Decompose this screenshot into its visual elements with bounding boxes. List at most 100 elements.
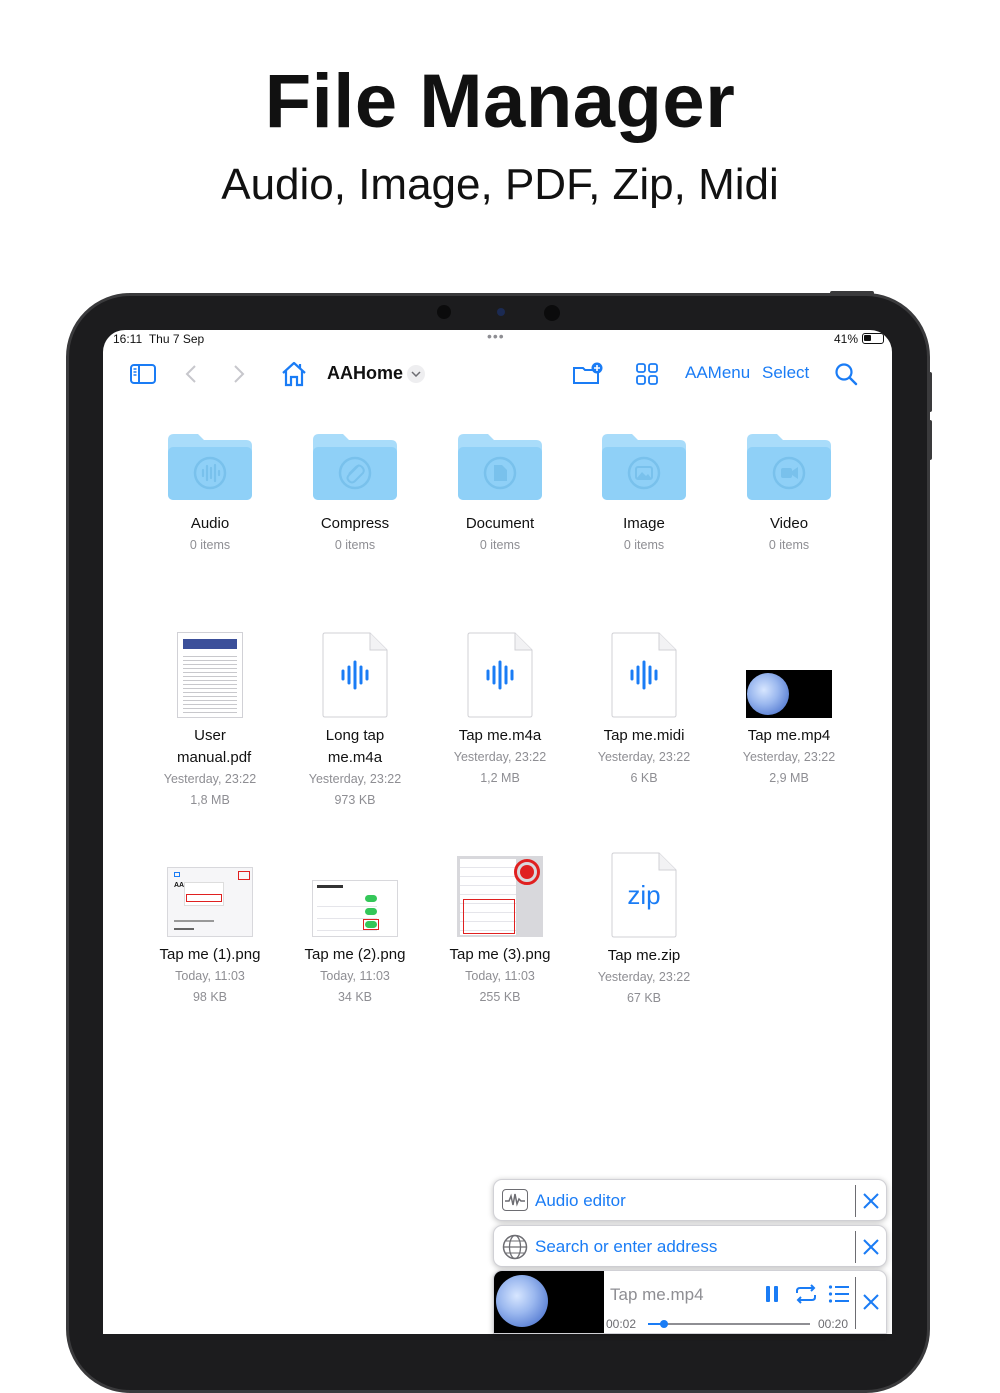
folder-item[interactable]: Audio 0 items xyxy=(137,430,283,556)
file-size: 67 KB xyxy=(626,991,662,1005)
zip-glyph: zip xyxy=(627,880,661,910)
folder-count: 0 items xyxy=(623,538,665,552)
sidebar-icon[interactable] xyxy=(129,362,157,386)
file-item[interactable]: Tap me.m4a Yesterday, 23:22 1,2 MB xyxy=(427,632,573,789)
audio-editor-panel[interactable]: Audio editor xyxy=(493,1179,887,1221)
midi-file-icon xyxy=(611,632,677,718)
folder-plus-icon[interactable] xyxy=(571,360,605,388)
magnifier-icon[interactable] xyxy=(833,361,859,387)
file-date: Yesterday, 23:22 xyxy=(163,772,257,786)
camera-icon xyxy=(437,305,451,319)
media-player[interactable]: Tap me.mp4 00:02 00:20 xyxy=(493,1270,887,1334)
chevron-left-icon[interactable] xyxy=(181,362,201,386)
grid-view-icon[interactable] xyxy=(635,362,659,386)
file-date: Yesterday, 23:22 xyxy=(308,772,402,786)
date: Thu 7 Sep xyxy=(148,332,205,346)
file-name: Long tap me.m4a xyxy=(325,727,385,766)
folder-item[interactable]: Compress 0 items xyxy=(282,430,428,556)
house-icon[interactable] xyxy=(279,360,309,388)
close-icon[interactable] xyxy=(862,1293,880,1311)
battery-icon xyxy=(862,333,884,344)
close-icon[interactable] xyxy=(862,1192,880,1210)
folder-count: 0 items xyxy=(768,538,810,552)
repeat-icon[interactable] xyxy=(793,1283,819,1305)
moon-image xyxy=(496,1275,548,1327)
file-date: Yesterday, 23:22 xyxy=(597,750,691,764)
folder-icon xyxy=(313,434,397,500)
close-icon[interactable] xyxy=(862,1238,880,1256)
folder-count: 0 items xyxy=(189,538,231,552)
volume-button xyxy=(927,420,932,460)
file-name: Tap me (3).png xyxy=(449,946,551,963)
file-name: Tap me.m4a xyxy=(458,727,542,744)
player-title: Tap me.mp4 xyxy=(610,1285,704,1304)
file-item[interactable]: Tap me.midi Yesterday, 23:22 6 KB xyxy=(571,632,717,789)
zip-file-icon: zip xyxy=(611,852,677,938)
folder-name: Compress xyxy=(320,515,390,532)
playlist-icon[interactable] xyxy=(828,1284,850,1304)
folder-icon xyxy=(168,434,252,500)
status-time: 16:11 Thu 7 Sep xyxy=(113,332,204,346)
file-date: Today, 11:03 xyxy=(175,969,245,983)
pause-icon[interactable] xyxy=(764,1285,780,1303)
pdf-thumbnail xyxy=(177,632,243,718)
folder-name: Audio xyxy=(190,515,230,532)
file-date: Yesterday, 23:22 xyxy=(597,970,691,984)
battery-percent: 41% xyxy=(833,332,858,346)
divider xyxy=(854,1231,856,1263)
progress-thumb[interactable] xyxy=(660,1320,669,1328)
file-item[interactable]: Long tap me.m4a Yesterday, 23:22 973 KB xyxy=(282,632,428,811)
file-name: Tap me.midi xyxy=(603,727,685,744)
browser-panel[interactable]: Search or enter address xyxy=(493,1225,887,1267)
elapsed-time: 00:02 xyxy=(606,1317,637,1331)
file-size: 98 KB xyxy=(192,990,228,1004)
image-thumbnail: AA xyxy=(167,867,253,937)
file-size: 973 KB xyxy=(334,793,376,807)
file-date: Today, 11:03 xyxy=(320,969,390,983)
folder-count: 0 items xyxy=(479,538,521,552)
image-thumbnail xyxy=(457,856,543,937)
status-bar: 16:11 Thu 7 Sep ••• 41% xyxy=(103,330,892,346)
file-size: 1,8 MB xyxy=(190,793,230,807)
file-name: Tap me (1).png xyxy=(159,946,261,963)
duration-time: 00:20 xyxy=(818,1317,849,1331)
folder-icon xyxy=(747,434,831,500)
file-name: Tap me.zip xyxy=(607,947,681,964)
file-date: Yesterday, 23:22 xyxy=(742,750,836,764)
file-date: Today, 11:03 xyxy=(465,969,535,983)
file-name: Tap me (2).png xyxy=(304,946,406,963)
aamenu-button[interactable]: AAMenu xyxy=(685,363,750,383)
file-size: 1,2 MB xyxy=(480,771,520,785)
file-item[interactable]: zip Tap me.zip Yesterday, 23:22 67 KB xyxy=(571,852,717,1009)
multitasking-dots-icon[interactable]: ••• xyxy=(487,330,505,344)
select-button[interactable]: Select xyxy=(762,363,809,383)
folder-item[interactable]: Image 0 items xyxy=(571,430,717,556)
divider xyxy=(854,1185,856,1217)
file-date: Yesterday, 23:22 xyxy=(453,750,547,764)
folder-name: Document xyxy=(465,515,535,532)
camera-sensor-icon xyxy=(497,308,505,316)
file-item[interactable]: AA Tap me (1).png Today, 11:03 98 KB xyxy=(137,852,283,1008)
chevron-down-icon[interactable] xyxy=(407,365,425,383)
file-item[interactable]: Tap me (3).png Today, 11:03 255 KB xyxy=(427,852,573,1008)
file-item[interactable]: Tap me.mp4 Yesterday, 23:22 2,9 MB xyxy=(716,632,862,789)
file-name: Tap me.mp4 xyxy=(747,727,831,744)
folder-icon xyxy=(458,434,542,500)
chevron-right-icon[interactable] xyxy=(229,362,249,386)
promo-subtitle: Audio, Image, PDF, Zip, Midi xyxy=(221,160,779,209)
folder-icon xyxy=(602,434,686,500)
file-item[interactable]: Tap me (2).png Today, 11:03 34 KB xyxy=(282,852,428,1008)
camera-icon xyxy=(544,305,560,321)
moon-image xyxy=(747,673,789,715)
volume-button xyxy=(927,372,932,412)
folder-count: 0 items xyxy=(334,538,376,552)
location-title[interactable]: AAHome xyxy=(327,363,403,384)
progress-track[interactable] xyxy=(648,1320,810,1328)
file-size: 2,9 MB xyxy=(769,771,809,785)
top-button xyxy=(830,291,874,295)
promo-title: File Manager xyxy=(264,59,736,144)
address-field[interactable]: Search or enter address xyxy=(535,1237,717,1257)
folder-item[interactable]: Document 0 items xyxy=(427,430,573,556)
file-item[interactable]: User manual.pdf Yesterday, 23:22 1,8 MB xyxy=(137,632,283,811)
folder-item[interactable]: Video 0 items xyxy=(716,430,862,556)
